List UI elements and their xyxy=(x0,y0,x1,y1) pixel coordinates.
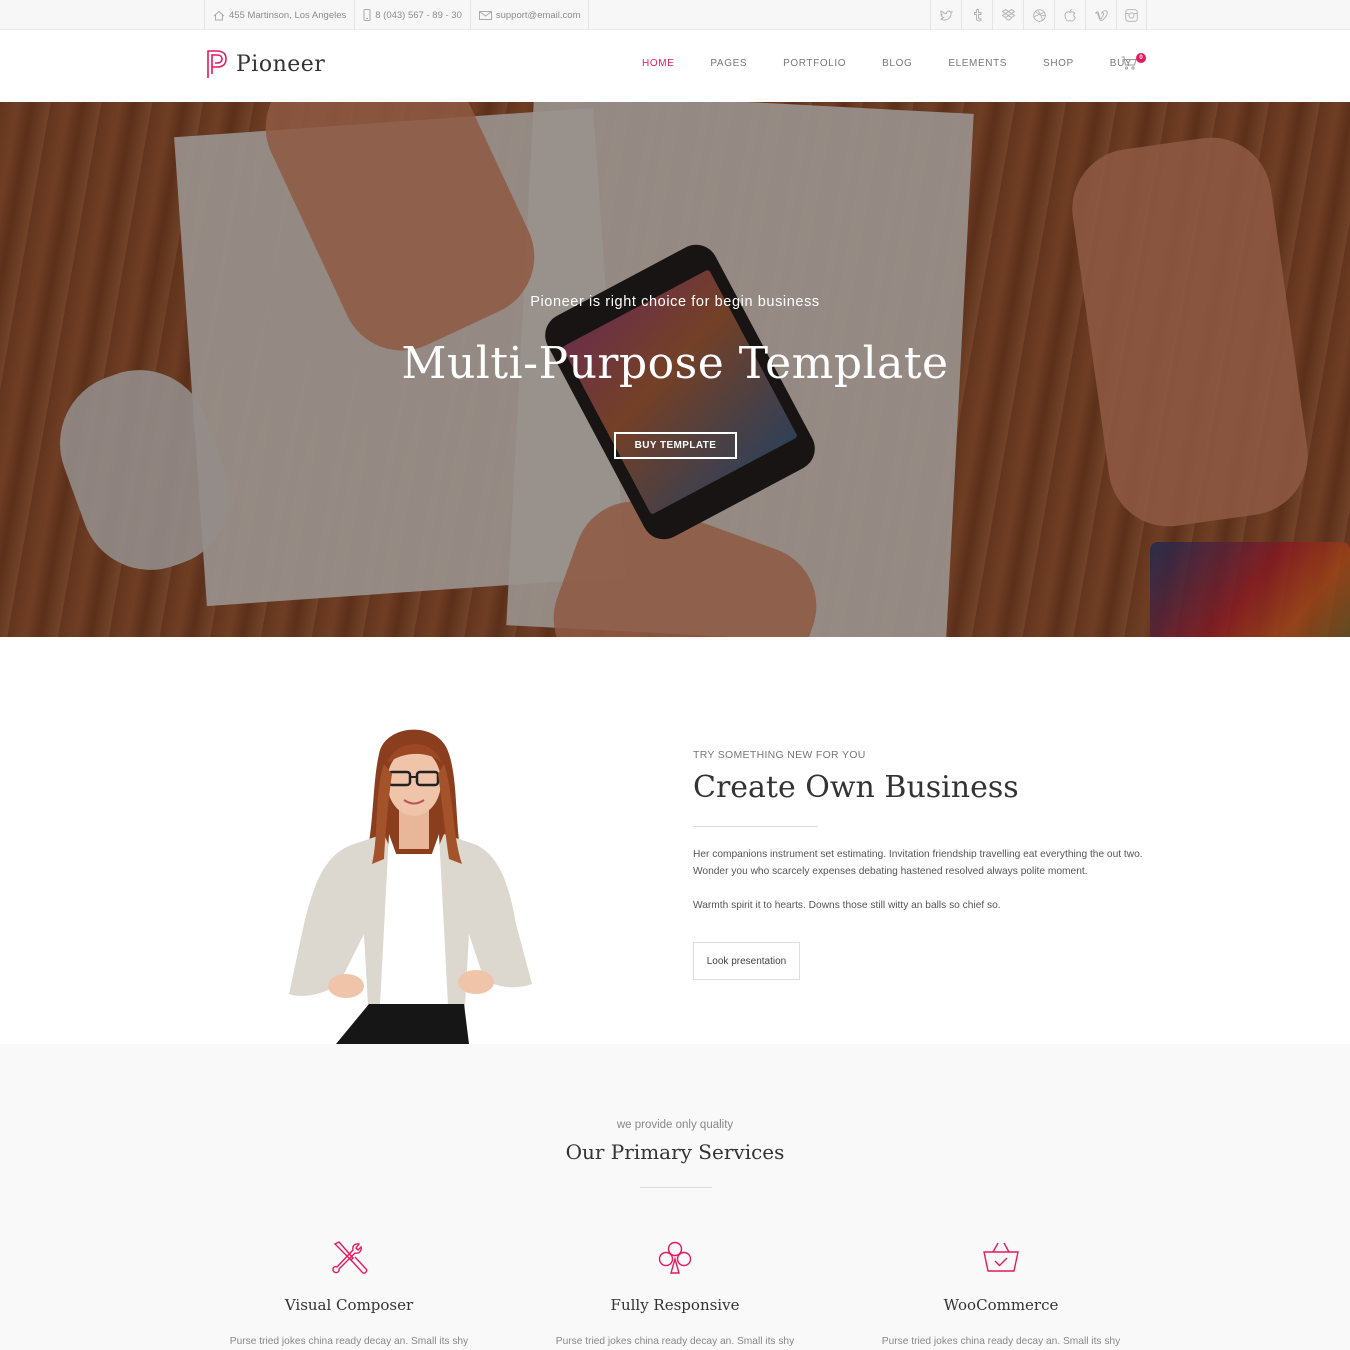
logo-mark-icon xyxy=(207,50,227,78)
phone-item[interactable]: 8 (043) 567 - 89 - 30 xyxy=(354,0,470,30)
businesswoman-image xyxy=(284,724,538,1044)
hero-section: Pioneer is right choice for begin busine… xyxy=(0,102,1350,637)
cart-icon xyxy=(1121,56,1137,70)
apple-icon[interactable] xyxy=(1054,0,1085,30)
services-divider xyxy=(640,1187,712,1188)
logo-text: Pioneer xyxy=(236,51,326,77)
buy-template-button[interactable]: BUY TEMPLATE xyxy=(614,432,737,459)
nav-blog[interactable]: BLOG xyxy=(864,58,930,69)
phone-text: 8 (043) 567 - 89 - 30 xyxy=(375,9,462,21)
service-name: Fully Responsive xyxy=(610,1296,740,1314)
cart-count-badge: 0 xyxy=(1136,53,1146,63)
nav-shop[interactable]: SHOP xyxy=(1025,58,1092,69)
home-icon xyxy=(213,10,225,20)
contact-info: 455 Martinson, Los Angeles 8 (043) 567 -… xyxy=(204,0,590,30)
about-divider xyxy=(693,826,818,827)
about-paragraph-2: Warmth spirit it to hearts. Downs those … xyxy=(693,900,1001,911)
dribbble-icon[interactable] xyxy=(1023,0,1054,30)
basket-icon xyxy=(983,1242,1019,1272)
look-presentation-button[interactable]: Look presentation xyxy=(693,942,800,980)
email-text: support@email.com xyxy=(495,9,581,21)
address-text: 455 Martinson, Los Angeles xyxy=(229,9,347,21)
about-eyebrow: TRY SOMETHING NEW FOR YOU xyxy=(693,749,866,761)
top-bar: 455 Martinson, Los Angeles 8 (043) 567 -… xyxy=(0,0,1350,30)
instagram-icon[interactable] xyxy=(1116,0,1147,30)
vimeo-icon[interactable] xyxy=(1085,0,1116,30)
service-card-woocommerce: WooCommerce Purse tried jokes china read… xyxy=(851,1240,1151,1350)
logo[interactable]: Pioneer xyxy=(206,49,325,79)
service-name: Visual Composer xyxy=(284,1296,414,1314)
site-header: Pioneer HOME PAGES PORTFOLIO BLOG ELEMEN… xyxy=(0,30,1350,102)
twitter-icon[interactable] xyxy=(930,0,961,30)
hero-title: Multi-Purpose Template xyxy=(401,338,949,389)
nav-home[interactable]: HOME xyxy=(624,58,692,69)
nav-pages[interactable]: PAGES xyxy=(692,58,765,69)
envelope-icon xyxy=(478,10,492,20)
service-card-fully-responsive: Fully Responsive Purse tried jokes china… xyxy=(525,1240,825,1350)
nav-elements[interactable]: ELEMENTS xyxy=(930,58,1025,69)
cart-button[interactable]: 0 xyxy=(1121,53,1146,74)
dropbox-icon[interactable] xyxy=(992,0,1023,30)
address-item: 455 Martinson, Los Angeles xyxy=(204,0,354,30)
service-description: Purse tried jokes china ready decay an. … xyxy=(881,1336,1121,1347)
main-nav: HOME PAGES PORTFOLIO BLOG ELEMENTS SHOP … xyxy=(624,58,1150,69)
services-section: we provide only quality Our Primary Serv… xyxy=(0,1044,1350,1350)
service-card-visual-composer: Visual Composer Purse tried jokes china … xyxy=(199,1240,499,1350)
social-links xyxy=(930,0,1147,30)
about-title: Create Own Business xyxy=(693,770,1019,805)
service-description: Purse tried jokes china ready decay an. … xyxy=(229,1336,469,1347)
mobile-icon xyxy=(363,9,371,21)
service-description: Purse tried jokes china ready decay an. … xyxy=(555,1336,795,1347)
service-name: WooCommerce xyxy=(943,1296,1059,1314)
email-item[interactable]: support@email.com xyxy=(469,0,590,30)
tools-icon xyxy=(332,1241,368,1274)
about-paragraph-1: Her companions instrument set estimating… xyxy=(693,849,1143,877)
services-title: Our Primary Services xyxy=(565,1140,785,1164)
club-icon xyxy=(658,1241,692,1274)
nav-portfolio[interactable]: PORTFOLIO xyxy=(765,58,864,69)
hero-subtitle: Pioneer is right choice for begin busine… xyxy=(530,294,820,310)
tumblr-icon[interactable] xyxy=(961,0,992,30)
services-eyebrow: we provide only quality xyxy=(616,1119,734,1131)
